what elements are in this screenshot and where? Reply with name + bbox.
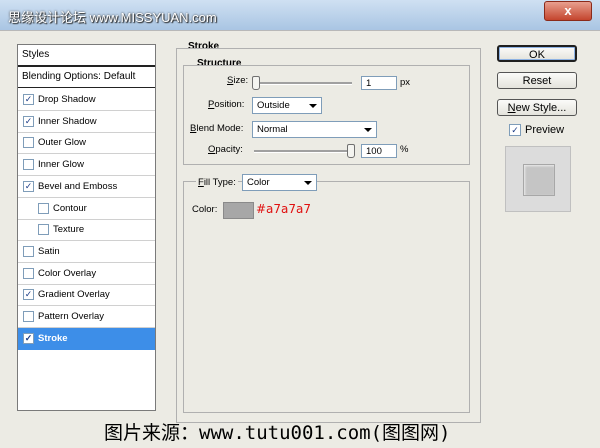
- style-checkbox[interactable]: ✓: [23, 94, 34, 105]
- opacity-input[interactable]: 100: [361, 144, 397, 158]
- reset-button[interactable]: Reset: [497, 72, 577, 89]
- style-checkbox[interactable]: [23, 137, 34, 149]
- style-item-label: Gradient Overlay: [38, 289, 110, 301]
- preview-toggle[interactable]: ✓ Preview: [509, 124, 564, 136]
- opacity-slider-track[interactable]: [254, 150, 352, 153]
- style-item-color-overlay[interactable]: Color Overlay: [18, 263, 155, 285]
- style-item-inner-glow[interactable]: Inner Glow: [18, 154, 155, 177]
- opacity-slider-thumb[interactable]: [347, 144, 355, 158]
- style-item-label: Texture: [53, 224, 85, 236]
- size-label: Size:: [227, 75, 249, 86]
- fill-type-select[interactable]: Color: [242, 174, 317, 191]
- style-checkbox[interactable]: ✓: [23, 115, 34, 127]
- blend-mode-value: Normal: [257, 124, 288, 135]
- style-item-label: Outer Glow: [38, 137, 87, 149]
- color-hex-text: #a7a7a7: [256, 202, 312, 216]
- style-item-texture[interactable]: Texture: [18, 219, 155, 242]
- position-select[interactable]: Outside: [252, 97, 322, 114]
- close-icon: x: [564, 3, 572, 18]
- blend-mode-label: Blend Mode:: [190, 123, 244, 134]
- layer-style-dialog: Styles Blending Options: Default ✓ Drop S…: [0, 30, 600, 448]
- style-item-stroke[interactable]: ✓ Stroke: [18, 327, 155, 350]
- image-source-caption: 图片来源：www.tutu001.com(图图网): [104, 422, 451, 444]
- style-checkbox[interactable]: [38, 224, 49, 236]
- chevron-down-icon: [364, 128, 372, 132]
- style-checkbox[interactable]: [23, 245, 34, 257]
- watermark-text: 思缘设计论坛 www.MISSYUAN.com: [8, 10, 217, 25]
- opacity-label: Opacity:: [208, 144, 243, 155]
- color-swatch[interactable]: [223, 202, 254, 219]
- preview-label: Preview: [525, 124, 565, 136]
- preview-checkbox[interactable]: ✓: [509, 124, 521, 136]
- blend-mode-select[interactable]: Normal: [252, 121, 377, 138]
- style-item-gradient-overlay[interactable]: ✓ Gradient Overlay: [18, 284, 155, 307]
- color-label: Color:: [192, 204, 218, 215]
- style-checkbox[interactable]: [38, 202, 49, 214]
- style-item-label: Drop Shadow: [38, 94, 96, 105]
- opacity-unit: %: [400, 144, 409, 155]
- style-item-contour[interactable]: Contour: [18, 198, 155, 220]
- style-checkbox[interactable]: ✓: [23, 289, 34, 301]
- styles-header[interactable]: Styles: [18, 45, 155, 67]
- style-item-satin[interactable]: Satin: [18, 241, 155, 263]
- chevron-down-icon: [309, 104, 317, 108]
- chevron-down-icon: [304, 181, 312, 185]
- preview-thumbnail: [505, 146, 571, 212]
- style-item-label: Bevel and Emboss: [38, 180, 118, 192]
- style-item-label: Color Overlay: [38, 267, 97, 279]
- style-item-pattern-overlay[interactable]: Pattern Overlay: [18, 306, 155, 328]
- new-style-button[interactable]: New Style...: [497, 99, 577, 116]
- style-item-label: Satin: [38, 245, 60, 257]
- size-input[interactable]: 1: [361, 76, 397, 90]
- style-item-label: Inner Glow: [38, 159, 84, 171]
- style-item-label: Pattern Overlay: [38, 311, 104, 322]
- fill-type-value: Color: [247, 177, 270, 188]
- style-checkbox[interactable]: [23, 159, 34, 171]
- size-unit: px: [400, 77, 411, 88]
- style-item-inner-shadow[interactable]: ✓ Inner Shadow: [18, 111, 155, 133]
- style-checkbox[interactable]: [23, 311, 34, 322]
- style-checkbox[interactable]: ✓: [23, 180, 34, 192]
- style-item-label: Contour: [53, 202, 87, 214]
- fill-type-label: Fill Type:: [196, 177, 238, 188]
- position-value: Outside: [257, 100, 290, 111]
- style-item-bevel-and-emboss[interactable]: ✓ Bevel and Emboss: [18, 176, 155, 198]
- position-label: Position:: [208, 99, 245, 110]
- style-item-drop-shadow[interactable]: ✓ Drop Shadow: [18, 89, 155, 111]
- title-bar: 思缘设计论坛 www.MISSYUAN.com x: [0, 0, 600, 30]
- preview-square: [523, 164, 555, 196]
- ok-button[interactable]: OK: [497, 45, 577, 62]
- style-item-label: Stroke: [38, 332, 68, 344]
- style-item-outer-glow[interactable]: Outer Glow: [18, 132, 155, 155]
- size-slider-track[interactable]: [254, 82, 352, 85]
- blending-options-item[interactable]: Blending Options: Default: [18, 67, 155, 88]
- style-item-label: Inner Shadow: [38, 115, 97, 127]
- close-button[interactable]: x: [544, 1, 592, 21]
- styles-list: Styles Blending Options: Default ✓ Drop S…: [17, 44, 156, 411]
- size-slider-thumb[interactable]: [252, 76, 260, 90]
- style-checkbox[interactable]: [23, 267, 34, 279]
- style-checkbox[interactable]: ✓: [23, 332, 34, 344]
